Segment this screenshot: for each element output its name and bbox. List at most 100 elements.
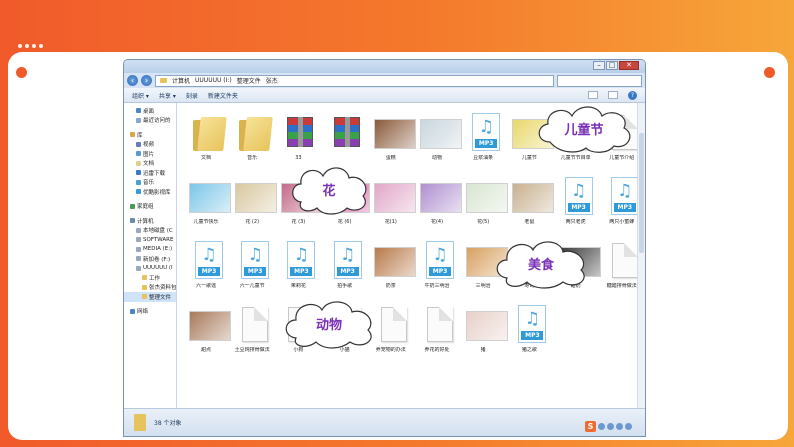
minimize-button[interactable]: – <box>593 61 605 70</box>
archive-file-icon <box>326 113 364 151</box>
cloud-flower: 花 <box>287 162 371 216</box>
file-item[interactable]: ♫ MP3 两只小蜜蜂 <box>599 177 637 235</box>
file-item[interactable]: 奶茶 <box>368 241 416 299</box>
breadcrumb-drive[interactable]: UUUUUU (I:) <box>195 77 232 84</box>
mp3-file-icon: ♫ MP3 <box>603 177 637 215</box>
file-label: 茉莉花 <box>290 283 306 289</box>
scrollbar[interactable] <box>637 103 645 408</box>
file-item[interactable]: ♫ MP3 六一儿童节 <box>229 241 275 299</box>
tray-icon[interactable] <box>616 423 623 430</box>
tray-icon[interactable] <box>598 423 605 430</box>
tray-icon[interactable] <box>625 423 632 430</box>
library-icon <box>130 132 135 138</box>
file-item[interactable]: ♫ MP3 豆浆油条 <box>460 113 506 171</box>
nav-item-recent[interactable]: 最近访问的 <box>124 116 176 126</box>
mp3-file-icon: ♫ MP3 <box>326 241 364 279</box>
forward-arrow-icon[interactable]: › <box>141 75 152 86</box>
file-item[interactable]: 花 (2) <box>229 177 278 235</box>
file-item[interactable]: 儿童节快乐 <box>183 177 231 235</box>
folder-icon <box>187 113 227 151</box>
title-bar: – □ ✕ <box>124 60 645 73</box>
nav-item-computer[interactable]: 计算机 <box>124 216 176 226</box>
file-item[interactable]: 养花的好处 <box>414 305 460 363</box>
file-item[interactable]: 老鼠 <box>506 177 555 235</box>
file-label: 牛奶三明治 <box>424 283 450 289</box>
back-arrow-icon[interactable]: ‹ <box>127 75 138 86</box>
file-label: 花(4) <box>430 219 444 225</box>
breadcrumb-current[interactable]: 张杰 <box>266 76 278 85</box>
file-label: 养花的好处 <box>424 347 450 353</box>
organize-button[interactable]: 组织 ▾ <box>132 91 149 100</box>
image-thumbnail <box>187 177 231 215</box>
input-method-icon[interactable]: S <box>585 421 596 432</box>
file-label: 猪 <box>480 347 486 353</box>
nav-item-organized[interactable]: 整理文件 <box>124 292 176 302</box>
file-item[interactable]: 动物 <box>414 113 462 171</box>
file-item[interactable]: ♫ MP3 两只老虎 <box>553 177 599 235</box>
nav-item-desktop[interactable]: 桌面 <box>124 106 176 116</box>
nav-item-documents[interactable]: 文档 <box>124 159 176 169</box>
file-item[interactable]: ♫ MP3 茉莉花 <box>275 241 321 299</box>
drive-icon <box>136 246 141 252</box>
decor-dot-left <box>16 67 27 78</box>
file-item[interactable]: ♫ MP3 猪之歌 <box>506 305 552 363</box>
file-item[interactable]: ♫ MP3 拍手歌 <box>322 241 368 299</box>
video-icon <box>136 141 141 147</box>
file-item[interactable]: 花(1) <box>368 177 416 235</box>
file-item[interactable]: 甜点 <box>183 305 231 363</box>
file-item[interactable]: 花(5) <box>460 177 509 235</box>
help-icon[interactable]: ? <box>628 90 637 100</box>
file-item[interactable]: ♫ MP3 牛奶三明治 <box>414 241 460 299</box>
image-thumbnail <box>372 177 416 215</box>
file-item[interactable]: 土豆炖排骨做法 <box>229 305 275 363</box>
drive-icon <box>136 237 141 243</box>
file-label: 文档 <box>200 155 211 161</box>
file-label: 奶茶 <box>385 283 396 289</box>
tray-icon[interactable] <box>607 423 614 430</box>
file-item[interactable]: 糖醋排骨做法 <box>599 241 637 299</box>
breadcrumb-folder[interactable]: 整理文件 <box>237 76 261 85</box>
file-label: 儿童节介绍 <box>609 155 635 161</box>
search-input[interactable] <box>557 74 642 87</box>
nav-item-drive-c[interactable]: 本地磁盘 (C <box>124 226 176 236</box>
file-label: 花 (6) <box>337 219 352 225</box>
nav-item-thunder[interactable]: 迅雷下载 <box>124 168 176 178</box>
decor-dots <box>18 44 43 48</box>
drive-icon <box>136 256 141 262</box>
file-label: 儿童节快乐 <box>193 219 219 225</box>
archive-file-icon <box>279 113 317 151</box>
nav-item-drive-e[interactable]: MEDIA (E:) <box>124 245 176 255</box>
maximize-button[interactable]: □ <box>606 61 618 70</box>
nav-item-work[interactable]: 工作 <box>124 273 176 283</box>
nav-item-network[interactable]: 网络 <box>124 307 176 317</box>
close-button[interactable]: ✕ <box>619 61 639 70</box>
document-file-icon <box>603 241 637 279</box>
nav-item-libraries[interactable]: 库 <box>124 130 176 140</box>
file-item[interactable]: ♫ MP3 六一歌谣 <box>183 241 229 299</box>
nav-item-youku[interactable]: 优酷影视库 <box>124 187 176 197</box>
new-folder-button[interactable]: 新建文件夹 <box>208 91 238 100</box>
nav-item-drive-i[interactable]: UUUUUU (I <box>124 264 176 274</box>
mp3-file-icon: ♫ MP3 <box>279 241 317 279</box>
nav-item-materials[interactable]: 张杰资料包 <box>124 283 176 293</box>
share-button[interactable]: 共享 ▾ <box>159 91 176 100</box>
file-item[interactable]: 音乐 <box>229 113 275 171</box>
address-bar[interactable]: 计算机 UUUUUU (I:) 整理文件 张杰 <box>155 74 554 87</box>
file-item[interactable]: 文档 <box>183 113 229 171</box>
desktop-icon <box>136 108 141 114</box>
view-options-icon[interactable] <box>588 91 598 99</box>
nav-item-drive-d[interactable]: SOFTWARE <box>124 235 176 245</box>
file-label: 拍手歌 <box>337 283 353 289</box>
nav-item-homegroup[interactable]: 家庭组 <box>124 202 176 212</box>
nav-item-drive-f[interactable]: 新加卷 (F:) <box>124 254 176 264</box>
breadcrumb-computer[interactable]: 计算机 <box>172 76 190 85</box>
nav-item-pictures[interactable]: 图片 <box>124 149 176 159</box>
file-label: 老鼠 <box>524 219 535 225</box>
file-item[interactable]: 蛋糕 <box>368 113 416 171</box>
file-item[interactable]: 花(4) <box>414 177 462 235</box>
nav-item-video[interactable]: 视频 <box>124 140 176 150</box>
preview-pane-icon[interactable] <box>608 91 618 99</box>
burn-button[interactable]: 刻录 <box>186 91 198 100</box>
nav-item-music[interactable]: 音乐 <box>124 178 176 188</box>
file-item[interactable]: 猪 <box>460 305 509 363</box>
